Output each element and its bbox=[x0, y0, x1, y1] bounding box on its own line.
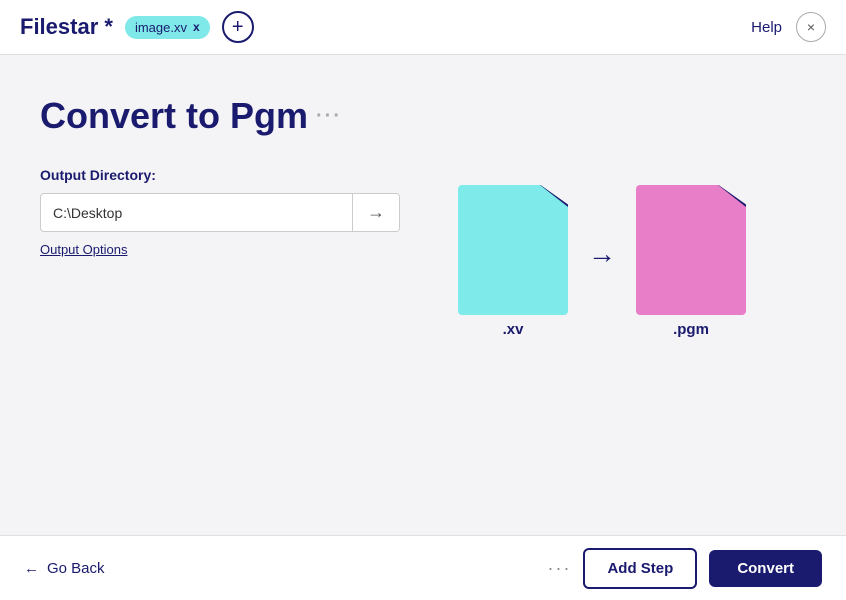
app-title: Filestar * bbox=[20, 14, 113, 40]
source-file-ext: .xv bbox=[458, 321, 568, 338]
footer-right: ··· Add Step Convert bbox=[547, 548, 822, 589]
target-file-ext: .pgm bbox=[636, 321, 746, 338]
source-file-corner bbox=[540, 185, 568, 207]
form-section: Output Directory: → Output Options bbox=[40, 167, 400, 257]
target-file-container: .pgm bbox=[636, 185, 746, 338]
target-file-body bbox=[636, 185, 746, 315]
file-tag-label: image.xv bbox=[135, 20, 187, 35]
directory-input[interactable] bbox=[41, 195, 352, 231]
main-content: Convert to Pgm ··· Output Directory: → O… bbox=[0, 55, 846, 535]
file-tag: image.xv x bbox=[125, 16, 210, 39]
help-link[interactable]: Help bbox=[751, 19, 782, 36]
footer: ← Go Back ··· Add Step Convert bbox=[0, 535, 846, 600]
output-options-link[interactable]: Output Options bbox=[40, 242, 127, 257]
file-tag-close-icon[interactable]: x bbox=[193, 20, 200, 34]
target-file-corner bbox=[718, 185, 746, 207]
go-back-button[interactable]: ← Go Back bbox=[24, 560, 105, 577]
output-directory-label: Output Directory: bbox=[40, 167, 400, 183]
source-file-icon bbox=[458, 185, 568, 315]
close-button[interactable]: × bbox=[796, 12, 826, 42]
page-title: Convert to Pgm bbox=[40, 95, 308, 137]
conversion-arrow-icon: → bbox=[588, 238, 616, 270]
go-back-arrow-icon: ← bbox=[24, 560, 39, 577]
header-left: Filestar * image.xv x + bbox=[20, 11, 254, 43]
convert-button[interactable]: Convert bbox=[709, 550, 822, 587]
title-dots: ··· bbox=[316, 105, 342, 128]
directory-browse-button[interactable]: → bbox=[352, 194, 399, 231]
add-file-button[interactable]: + bbox=[222, 11, 254, 43]
target-file-icon bbox=[636, 185, 746, 315]
add-step-button[interactable]: Add Step bbox=[583, 548, 697, 589]
source-file-body bbox=[458, 185, 568, 315]
header: Filestar * image.xv x + Help × bbox=[0, 0, 846, 55]
header-right: Help × bbox=[751, 12, 826, 42]
source-file-container: .xv bbox=[458, 185, 568, 338]
conversion-graphic: .xv → .pgm bbox=[458, 185, 746, 338]
go-back-label: Go Back bbox=[47, 560, 105, 577]
directory-input-row: → bbox=[40, 193, 400, 232]
more-options-button[interactable]: ··· bbox=[547, 558, 571, 579]
page-title-container: Convert to Pgm ··· bbox=[40, 95, 806, 137]
